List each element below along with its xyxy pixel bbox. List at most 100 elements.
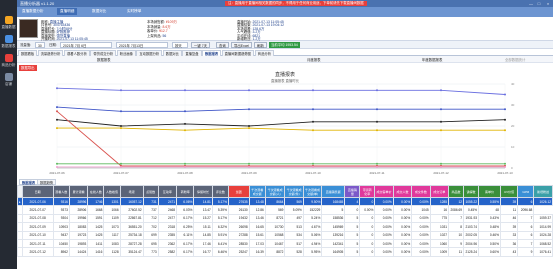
column-header[interactable]: 新增粉丝 bbox=[533, 185, 553, 198]
table-cell: 10568 bbox=[264, 230, 286, 240]
column-header[interactable]: 观看人数 bbox=[52, 185, 70, 198]
subbar-right[interactable]: 年度数据报表 bbox=[422, 57, 442, 62]
table-cell: 695 bbox=[142, 238, 159, 249]
table-cell: 2021-07-12 bbox=[21, 247, 54, 257]
mode-select[interactable]: 按天 bbox=[172, 42, 188, 48]
table-row[interactable]: 2021-07-07 9373 28906 1668 1066 27602.52 737 24… bbox=[17, 205, 553, 215]
table-cell: 6 bbox=[517, 222, 535, 232]
table-row[interactable]: ▸ 2021-07-06 9316 28996 1746 1301 16057.12 731 2… bbox=[17, 196, 553, 207]
table-cell: 5.17% bbox=[211, 196, 229, 207]
table-cell: 11 bbox=[499, 205, 519, 215]
table-cell: 46 bbox=[499, 213, 519, 224]
maximize-button[interactable]: □ bbox=[535, 0, 543, 7]
table-cell: 773 bbox=[142, 247, 159, 257]
table-cell: 5 bbox=[344, 238, 361, 249]
y-tick-label: 0 bbox=[511, 166, 513, 170]
column-header[interactable]: 讲解数 bbox=[463, 185, 480, 198]
column-header[interactable]: 千次观看成交额(件) bbox=[284, 185, 304, 198]
topnav-item[interactable]: 直播明细 bbox=[57, 8, 78, 15]
column-header[interactable]: 成交客单价 bbox=[374, 185, 394, 198]
table-cell: 19432 bbox=[227, 213, 250, 224]
table-cell: 7 bbox=[517, 213, 535, 224]
refresh-button[interactable]: 刷新 bbox=[254, 42, 267, 48]
column-header[interactable]: 带货转化率 bbox=[359, 185, 376, 198]
column-header[interactable]: 评论数 bbox=[211, 185, 229, 198]
column-header[interactable]: 加团 bbox=[227, 185, 250, 198]
column-header[interactable]: 客单价 bbox=[478, 185, 501, 198]
column-header[interactable]: 转粉率 bbox=[176, 185, 195, 198]
column-header[interactable]: 停留时长 bbox=[193, 185, 213, 198]
shop-icon bbox=[4, 54, 13, 62]
period-button[interactable]: 一键 7天 bbox=[191, 42, 210, 48]
series-point bbox=[56, 165, 58, 168]
date-to-input[interactable]: 2021年 7月13日 bbox=[116, 42, 168, 48]
subbar-mid[interactable]: 月度报表 bbox=[307, 57, 321, 62]
column-header[interactable]: 直播销售额 bbox=[321, 185, 346, 198]
table-cell: 6.03% bbox=[176, 205, 195, 215]
column-header[interactable]: UV价值 bbox=[499, 185, 519, 198]
table-cell: 6 bbox=[517, 230, 535, 240]
table-cell: 0.00% bbox=[392, 213, 413, 224]
column-header[interactable]: 互动率 bbox=[157, 185, 178, 198]
table-cell: 1014.99 bbox=[533, 222, 553, 232]
table-cell: 0.00% bbox=[374, 230, 394, 240]
table-cell: 0.00% bbox=[411, 247, 431, 257]
table-cell: 0 bbox=[359, 247, 376, 257]
column-header[interactable]: 累计观看 bbox=[68, 185, 89, 198]
sidebar-item-label: 直播数据 bbox=[1, 25, 16, 29]
query-button[interactable]: 查询 bbox=[216, 42, 229, 48]
column-header[interactable]: 千次观看成交额 bbox=[248, 185, 266, 198]
date-label: 日期: bbox=[49, 43, 57, 47]
x-tick-label: 2021-07-08 bbox=[177, 171, 193, 175]
topnav-item[interactable]: 直播数据分析 bbox=[22, 9, 44, 14]
sidebar-item[interactable]: 数据报表 bbox=[0, 33, 17, 50]
table-cell: 15.11 bbox=[193, 222, 213, 232]
range-input[interactable]: 30 bbox=[35, 42, 45, 48]
column-header[interactable]: GPM bbox=[517, 185, 535, 198]
table-cell: 5.39% bbox=[211, 205, 229, 215]
column-header[interactable]: 千次观看成交额(人) bbox=[264, 185, 286, 198]
table-cell: 11 bbox=[448, 247, 465, 257]
table-cell: 2002.05 bbox=[463, 230, 480, 240]
subbar-right2[interactable]: 全部数据统计 bbox=[505, 57, 525, 62]
column-header[interactable]: 商品数 bbox=[448, 185, 465, 198]
export-data-button[interactable]: 数据导出 bbox=[19, 65, 37, 71]
column-header[interactable]: 点赞数 bbox=[142, 185, 159, 198]
column-header[interactable]: 成交人数 bbox=[392, 185, 413, 198]
table-cell: 2468 bbox=[157, 205, 178, 215]
minimize-button[interactable]: — bbox=[527, 0, 535, 7]
table-cell: 6.17% bbox=[176, 238, 195, 249]
table-row[interactable]: 2021-07-08 9304 19966 1591 1109 22867.81 712 24… bbox=[17, 213, 553, 224]
table-row[interactable]: 2021-07-10 9437 19723 1425 1117 25734.18 699 23… bbox=[17, 230, 553, 240]
table-cell: 10467 bbox=[264, 238, 286, 249]
column-header[interactable]: 千次观看成交额(单) bbox=[302, 185, 323, 198]
date-from-input[interactable]: 2021年 7月 6日 bbox=[60, 42, 112, 48]
topnav-item[interactable]: 实时榜单 bbox=[127, 9, 141, 14]
table-cell: 16.39 bbox=[248, 247, 266, 257]
table-row[interactable]: 2021-07-09 10903 18083 1425 1073 36551.20 702 2… bbox=[17, 222, 553, 232]
table-cell: 5.95% bbox=[302, 247, 323, 257]
table-row[interactable]: 2021-07-12 8962 14424 1416 1128 35124.47 773 25… bbox=[17, 247, 553, 257]
table-cell: 1060 bbox=[429, 238, 450, 249]
table-row[interactable]: 2021-07-11 10450 19893 1411 1083 28727.28 695 2… bbox=[17, 238, 553, 249]
export-excel-button[interactable]: 导出Excel bbox=[231, 42, 253, 48]
table-cell: 48 bbox=[478, 205, 501, 215]
series-line bbox=[57, 127, 505, 131]
table-cell: 569 bbox=[284, 196, 304, 207]
table-cell: 4.94% bbox=[302, 238, 323, 249]
sidebar-item[interactable]: 直播数据 bbox=[0, 14, 17, 31]
table-cell: 569 bbox=[264, 205, 286, 215]
topnav-item[interactable]: 数据对比 bbox=[92, 9, 106, 14]
column-header[interactable]: 人数峰值 bbox=[103, 185, 121, 198]
column-header[interactable]: 场观 bbox=[119, 185, 144, 198]
column-header[interactable]: 成交件数 bbox=[411, 185, 431, 198]
column-header[interactable]: 直播销量 bbox=[344, 185, 361, 198]
column-header[interactable]: 在线人数 bbox=[87, 185, 105, 198]
close-button[interactable]: × bbox=[544, 0, 552, 7]
sidebar-item[interactable]: 商品分析 bbox=[0, 52, 17, 69]
table-cell: 28530 bbox=[227, 238, 250, 249]
sidebar-item[interactable]: 店铺 bbox=[0, 71, 17, 88]
info-value: 56 bbox=[162, 33, 167, 38]
column-header[interactable]: 日期 bbox=[21, 185, 54, 198]
column-header[interactable]: 成交订单 bbox=[429, 185, 450, 198]
